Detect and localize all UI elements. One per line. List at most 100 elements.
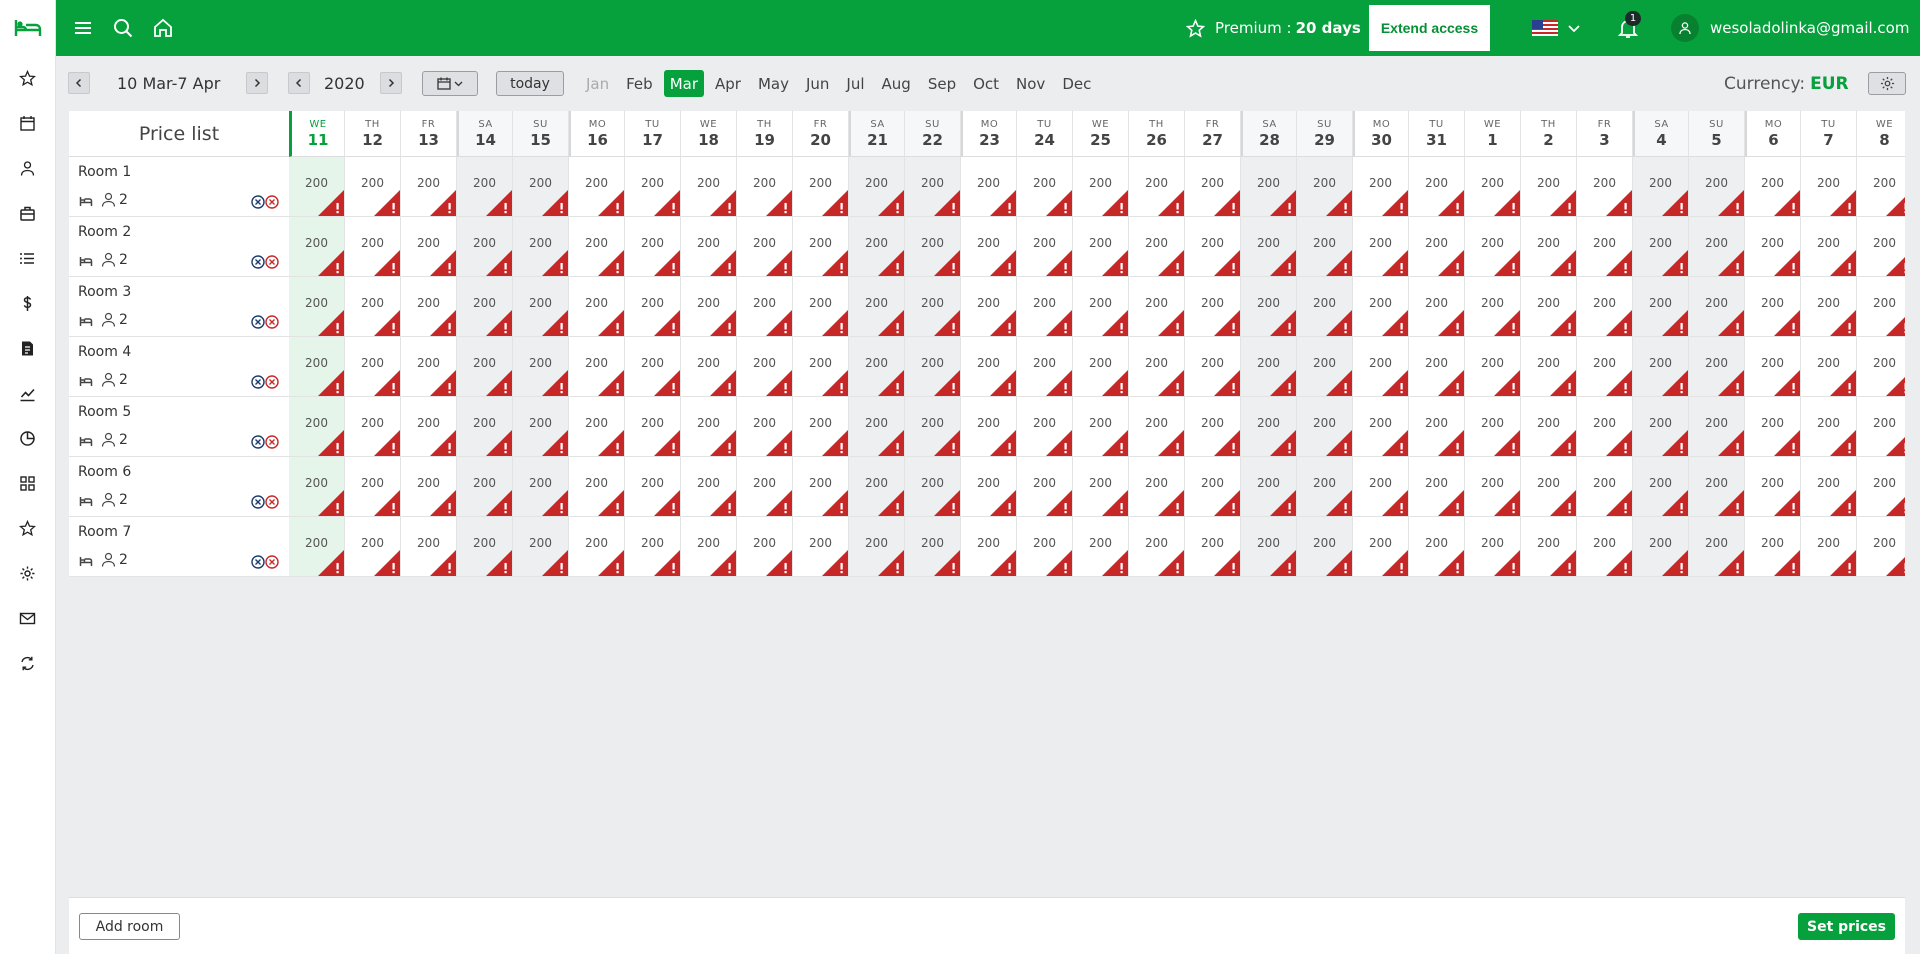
settings-button[interactable] [1868, 72, 1906, 95]
month-sep[interactable]: Sep [922, 70, 962, 97]
price-cell[interactable]: 200 [1297, 217, 1353, 277]
price-cell[interactable]: 200 [401, 337, 457, 397]
price-cell[interactable]: 200 [1185, 337, 1241, 397]
price-cell[interactable]: 200 [1857, 157, 1905, 217]
price-cell[interactable]: 200 [625, 217, 681, 277]
price-cell[interactable]: 200 [625, 157, 681, 217]
price-cell[interactable]: 200 [737, 277, 793, 337]
day-header[interactable]: SA 4 [1633, 111, 1689, 157]
price-cell[interactable]: 200 [1073, 337, 1129, 397]
price-cell[interactable]: 200 [793, 157, 849, 217]
price-cell[interactable]: 200 [345, 217, 401, 277]
price-cell[interactable]: 200 [1745, 277, 1801, 337]
month-jun[interactable]: Jun [800, 70, 835, 97]
day-header[interactable]: TH 2 [1521, 111, 1577, 157]
price-cell[interactable]: 200 [1745, 217, 1801, 277]
price-cell[interactable]: 200 [793, 217, 849, 277]
sidebar-item-modules[interactable] [0, 461, 55, 506]
day-header[interactable]: WE 25 [1073, 111, 1129, 157]
price-cell[interactable]: 200 [1241, 517, 1297, 577]
price-cell[interactable]: 200 [1857, 517, 1905, 577]
price-cell[interactable]: 200 [457, 397, 513, 457]
price-cell[interactable]: 200 [1241, 217, 1297, 277]
price-cell[interactable]: 200 [1353, 277, 1409, 337]
price-cell[interactable]: 200 [1633, 397, 1689, 457]
price-cell[interactable]: 200 [1689, 397, 1745, 457]
price-cell[interactable]: 200 [681, 457, 737, 517]
price-cell[interactable]: 200 [1745, 397, 1801, 457]
price-cell[interactable]: 200 [1241, 337, 1297, 397]
price-cell[interactable]: 200 [961, 517, 1017, 577]
price-cell[interactable]: 200 [1857, 397, 1905, 457]
price-cell[interactable]: 200 [401, 217, 457, 277]
price-cell[interactable]: 200 [1409, 337, 1465, 397]
price-cell[interactable]: 200 [793, 397, 849, 457]
price-cell[interactable]: 200 [737, 217, 793, 277]
price-cell[interactable]: 200 [737, 397, 793, 457]
price-cell[interactable]: 200 [1185, 277, 1241, 337]
price-cell[interactable]: 200 [1129, 517, 1185, 577]
price-cell[interactable]: 200 [905, 337, 961, 397]
price-cell[interactable]: 200 [1465, 457, 1521, 517]
close-circle-red-icon[interactable] [265, 435, 279, 449]
price-cell[interactable]: 200 [289, 157, 345, 217]
price-cell[interactable]: 200 [1017, 157, 1073, 217]
price-cell[interactable]: 200 [961, 217, 1017, 277]
sidebar-item-settings[interactable] [0, 551, 55, 596]
price-cell[interactable]: 200 [625, 517, 681, 577]
close-circle-icon[interactable] [251, 255, 265, 269]
next-year-button[interactable] [380, 72, 402, 94]
sidebar-item-calendar[interactable] [0, 101, 55, 146]
price-cell[interactable]: 200 [1129, 397, 1185, 457]
close-circle-red-icon[interactable] [265, 195, 279, 209]
day-header[interactable]: SA 21 [849, 111, 905, 157]
price-cell[interactable]: 200 [569, 217, 625, 277]
price-cell[interactable]: 200 [793, 517, 849, 577]
price-cell[interactable]: 200 [1521, 217, 1577, 277]
price-cell[interactable]: 200 [513, 457, 569, 517]
price-cell[interactable]: 200 [1521, 337, 1577, 397]
sidebar-item-messages[interactable] [0, 596, 55, 641]
month-apr[interactable]: Apr [709, 70, 747, 97]
price-cell[interactable]: 200 [1801, 157, 1857, 217]
price-cell[interactable]: 200 [1185, 157, 1241, 217]
price-cell[interactable]: 200 [1353, 157, 1409, 217]
price-cell[interactable]: 200 [1017, 457, 1073, 517]
add-room-button[interactable]: Add room [79, 913, 180, 940]
price-cell[interactable]: 200 [1465, 157, 1521, 217]
user-email[interactable]: wesoladolinka@gmail.com [1710, 0, 1909, 56]
day-header[interactable]: TH 12 [345, 111, 401, 157]
price-cell[interactable]: 200 [1297, 517, 1353, 577]
price-cell[interactable]: 200 [345, 157, 401, 217]
price-cell[interactable]: 200 [1801, 397, 1857, 457]
price-cell[interactable]: 200 [625, 457, 681, 517]
day-header[interactable]: SA 14 [457, 111, 513, 157]
set-prices-button[interactable]: Set prices [1798, 913, 1895, 940]
close-circle-icon[interactable] [251, 315, 265, 329]
price-cell[interactable]: 200 [569, 517, 625, 577]
price-cell[interactable]: 200 [1577, 397, 1633, 457]
price-cell[interactable]: 200 [681, 337, 737, 397]
sidebar-item-sync[interactable] [0, 641, 55, 686]
price-cell[interactable]: 200 [625, 397, 681, 457]
price-cell[interactable]: 200 [1577, 517, 1633, 577]
day-header[interactable]: SU 15 [513, 111, 569, 157]
day-header[interactable]: FR 13 [401, 111, 457, 157]
price-cell[interactable]: 200 [1409, 157, 1465, 217]
price-cell[interactable]: 200 [625, 337, 681, 397]
price-cell[interactable]: 200 [1633, 217, 1689, 277]
price-cell[interactable]: 200 [1465, 337, 1521, 397]
price-cell[interactable]: 200 [737, 517, 793, 577]
next-range-button[interactable] [246, 72, 268, 94]
price-cell[interactable]: 200 [1409, 517, 1465, 577]
price-cell[interactable]: 200 [289, 457, 345, 517]
price-cell[interactable]: 200 [905, 277, 961, 337]
price-cell[interactable]: 200 [345, 517, 401, 577]
price-cell[interactable]: 200 [1297, 157, 1353, 217]
price-cell[interactable]: 200 [1801, 217, 1857, 277]
price-cell[interactable]: 200 [737, 457, 793, 517]
price-cell[interactable]: 200 [1353, 397, 1409, 457]
price-cell[interactable]: 200 [961, 397, 1017, 457]
sidebar-item-statistics[interactable] [0, 371, 55, 416]
price-cell[interactable]: 200 [1689, 517, 1745, 577]
